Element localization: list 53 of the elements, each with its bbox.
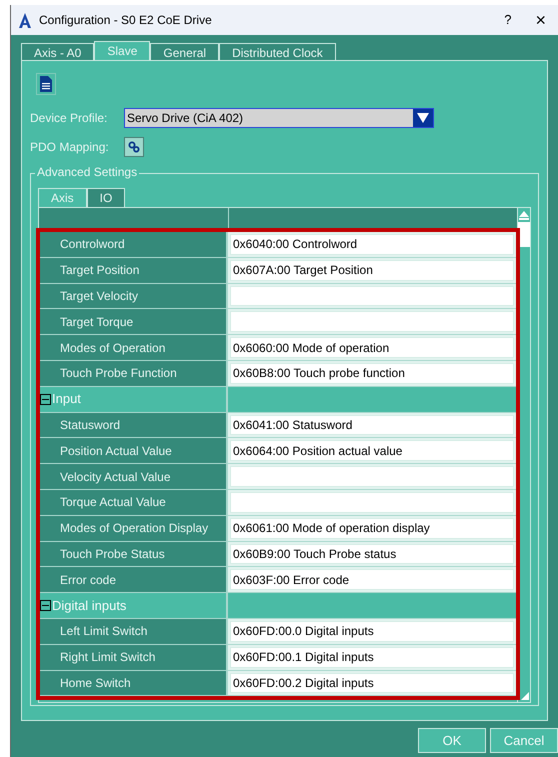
tab[interactable]: IO bbox=[86, 188, 126, 207]
row-label: Position Actual Value bbox=[40, 438, 228, 464]
row-label: Modes of Operation Display bbox=[40, 516, 228, 541]
window-title: Configuration - S0 E2 CoE Drive bbox=[39, 12, 212, 29]
value-field[interactable] bbox=[230, 286, 514, 306]
row-label: Right Limit Switch bbox=[40, 644, 228, 670]
collapse-icon[interactable] bbox=[40, 394, 51, 405]
row-label: Torque Actual Value bbox=[40, 490, 228, 515]
collapse-icon[interactable] bbox=[40, 600, 51, 612]
device-profile-label: Device Profile: bbox=[30, 110, 108, 127]
row-label: Velocity Actual Value bbox=[40, 464, 228, 489]
value-field[interactable]: 0x60FD:00.2 Digital inputs bbox=[230, 672, 514, 694]
row-label: Statusword bbox=[40, 412, 228, 438]
row-label: Touch Probe Function bbox=[40, 360, 228, 386]
close-button[interactable]: × bbox=[535, 11, 546, 29]
group-title: Input bbox=[52, 390, 81, 408]
value-field[interactable]: 0x6061:00 Mode of operation display bbox=[230, 518, 514, 539]
dropdown-arrow-icon bbox=[417, 113, 429, 123]
value-field[interactable]: 0x60FD:00.0 Digital inputs bbox=[230, 620, 514, 642]
value-field[interactable] bbox=[230, 492, 514, 513]
value-field[interactable] bbox=[230, 466, 514, 487]
value-field[interactable]: 0x6041:00 Statusword bbox=[230, 414, 514, 436]
row-label: Home Switch bbox=[40, 670, 228, 696]
value-field[interactable]: 0x60FD:00.1 Digital inputs bbox=[230, 646, 514, 668]
row-label: Modes of Operation bbox=[40, 335, 228, 360]
row-label: Controlword bbox=[40, 232, 228, 257]
app-logo-icon bbox=[19, 12, 31, 28]
value-field[interactable]: 0x6040:00 Controlword bbox=[230, 234, 514, 255]
pdo-mapping-button[interactable] bbox=[124, 137, 144, 157]
gears-icon bbox=[128, 141, 140, 153]
advanced-settings-title: Advanced Settings bbox=[35, 166, 140, 178]
tab[interactable]: General bbox=[150, 43, 220, 61]
help-button[interactable]: ? bbox=[504, 10, 512, 30]
document-button[interactable] bbox=[36, 73, 56, 95]
value-field[interactable]: 0x60B8:00 Touch probe function bbox=[230, 362, 514, 384]
value-field[interactable] bbox=[230, 311, 514, 332]
row-label: Left Limit Switch bbox=[40, 618, 228, 644]
value-field[interactable]: 0x603F:00 Error code bbox=[230, 569, 514, 590]
tab[interactable]: Distributed Clock bbox=[219, 43, 336, 61]
value-field[interactable]: 0x6064:00 Position actual value bbox=[230, 440, 514, 462]
value-field[interactable]: 0x607A:00 Target Position bbox=[230, 260, 514, 281]
device-profile-dropdown[interactable]: Servo Drive (CiA 402) bbox=[124, 108, 434, 128]
value-field[interactable]: 0x60B9:00 Touch Probe status bbox=[230, 544, 514, 564]
value-field[interactable]: 0x6060:00 Mode of operation bbox=[230, 337, 514, 358]
row-label: Error code bbox=[40, 567, 228, 592]
row-label: Target Velocity bbox=[40, 284, 228, 308]
row-label: Touch Probe Status bbox=[40, 542, 228, 566]
document-icon bbox=[40, 76, 52, 92]
group-title: Digital inputs bbox=[52, 596, 126, 615]
pdo-mapping-label: PDO Mapping: bbox=[30, 139, 110, 156]
tab[interactable]: Axis - A0 bbox=[21, 43, 94, 61]
row-label: Target Torque bbox=[40, 309, 228, 334]
row-label: Target Position bbox=[40, 258, 228, 283]
